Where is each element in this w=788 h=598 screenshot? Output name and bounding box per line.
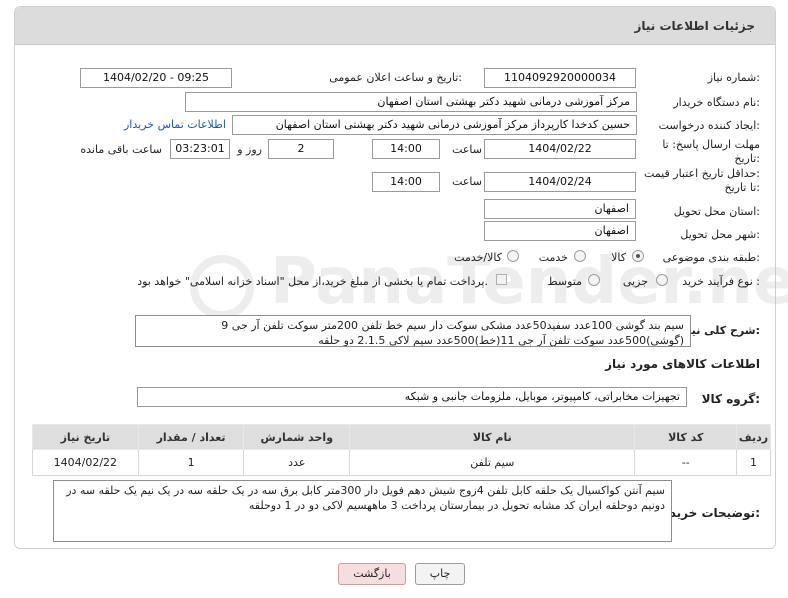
reply-time-label: ساعت bbox=[452, 143, 482, 156]
price-time-label: ساعت bbox=[452, 175, 482, 188]
cell-qty: 1 bbox=[137, 449, 245, 476]
announce-field: 1404/02/20 - 09:25 bbox=[80, 68, 232, 88]
payment-note: پرداخت تمام یا بخشی از مبلغ خرید،از محل … bbox=[137, 275, 488, 288]
buyer-notes-field: سیم آنتن کواکسیال یک حلقه کابل تلفن 4زوج… bbox=[53, 480, 672, 542]
need-number-label: شماره نیاز: bbox=[707, 71, 760, 84]
panel-title: جزئیات اطلاعات نیاز bbox=[634, 19, 755, 33]
goods-group-label: گروه کالا: bbox=[701, 392, 760, 406]
cell-code: -- bbox=[634, 449, 737, 476]
reply-date-field: 1404/02/22 bbox=[484, 139, 636, 159]
col-unit: واحد شمارش bbox=[243, 424, 351, 450]
col-date: تاریخ نیاز bbox=[32, 424, 139, 450]
goods-table-header: ردیف کد کالا نام کالا واحد شمارش تعداد /… bbox=[32, 424, 772, 450]
province-label: استان محل تحویل: bbox=[673, 205, 760, 218]
price-time-field: 14:00 bbox=[372, 172, 440, 192]
category-service-radio[interactable] bbox=[574, 250, 586, 262]
reply-deadline-label: مهلت ارسال پاسخ: تا bbox=[662, 138, 760, 151]
buyer-label: نام دستگاه خریدار: bbox=[673, 96, 760, 109]
days-label: روز و bbox=[237, 143, 262, 156]
goods-section-title: اطلاعات کالاهای مورد نیاز bbox=[605, 357, 760, 371]
city-field: اصفهان bbox=[484, 221, 636, 241]
category-goods-radio[interactable] bbox=[632, 250, 644, 262]
province-field: اصفهان bbox=[484, 199, 636, 219]
creator-field: حسین کدخدا کارپرداز مرکز آموزشی درمانی ش… bbox=[232, 115, 637, 135]
process-partial-radio[interactable] bbox=[656, 274, 668, 286]
announce-label: تاریخ و ساعت اعلان عمومی: bbox=[329, 71, 462, 84]
print-button[interactable]: چاپ bbox=[415, 563, 465, 585]
buyer-notes-label: توضیحات خریدار: bbox=[658, 506, 760, 520]
process-medium-radio[interactable] bbox=[588, 274, 600, 286]
days-field: 2 bbox=[268, 139, 334, 159]
process-medium-label: متوسط bbox=[547, 275, 582, 288]
need-number-field: 1104092920000034 bbox=[484, 68, 636, 88]
reply-time-field: 14:00 bbox=[372, 139, 440, 159]
table-row: 1 -- سیم تلفن عدد 1 1404/02/22 bbox=[32, 449, 772, 476]
buyer-contact-link[interactable]: اطلاعات تماس خریدار bbox=[124, 118, 226, 131]
price-validity-label: حداقل تاریخ اعتبار قیمت: bbox=[644, 167, 760, 180]
city-label: شهر محل تحویل: bbox=[680, 228, 760, 241]
col-code: کد کالا bbox=[634, 424, 737, 450]
panel-header: جزئیات اطلاعات نیاز bbox=[15, 7, 775, 45]
process-label: نوع فرآیند خرید : bbox=[682, 275, 760, 288]
description-label: شرح کلی نیاز: bbox=[681, 324, 760, 337]
cell-row: 1 bbox=[735, 449, 772, 476]
remaining-field: 03:23:01 bbox=[170, 139, 230, 159]
treasury-checkbox[interactable] bbox=[496, 274, 507, 285]
buyer-field: مرکز آموزشی درمانی شهید دکتر بهشتی استان… bbox=[185, 92, 637, 112]
category-goods-label: کالا bbox=[611, 251, 626, 264]
cell-unit: عدد bbox=[243, 449, 351, 476]
remaining-label: ساعت باقی مانده bbox=[80, 143, 162, 156]
category-both-label: کالا/خدمت bbox=[454, 251, 502, 264]
creator-label: ایجاد کننده درخواست: bbox=[658, 119, 760, 132]
col-row: ردیف bbox=[735, 424, 772, 450]
col-qty: تعداد / مقدار bbox=[137, 424, 245, 450]
reply-deadline-label-2: تاریخ: bbox=[734, 152, 760, 165]
goods-table: ردیف کد کالا نام کالا واحد شمارش تعداد /… bbox=[32, 424, 772, 476]
process-partial-label: جزیی bbox=[622, 275, 648, 288]
category-label: طبقه بندی موضوعی: bbox=[662, 251, 760, 264]
cell-name: سیم تلفن bbox=[349, 449, 636, 476]
cell-date: 1404/02/22 bbox=[32, 449, 139, 476]
category-service-label: خدمت bbox=[538, 251, 568, 264]
description-field: سیم بند گوشی 100عدد سفید50عدد مشکی سوکت … bbox=[135, 315, 691, 347]
price-validity-label-2: تا تاریخ: bbox=[724, 181, 760, 194]
goods-group-field: تجهیزات مخابراتی، کامپیوتر، موبایل، ملزو… bbox=[137, 387, 687, 407]
col-name: نام کالا bbox=[349, 424, 636, 450]
price-date-field: 1404/02/24 bbox=[484, 172, 636, 192]
back-button[interactable]: بازگشت bbox=[338, 563, 406, 585]
category-both-radio[interactable] bbox=[507, 250, 519, 262]
